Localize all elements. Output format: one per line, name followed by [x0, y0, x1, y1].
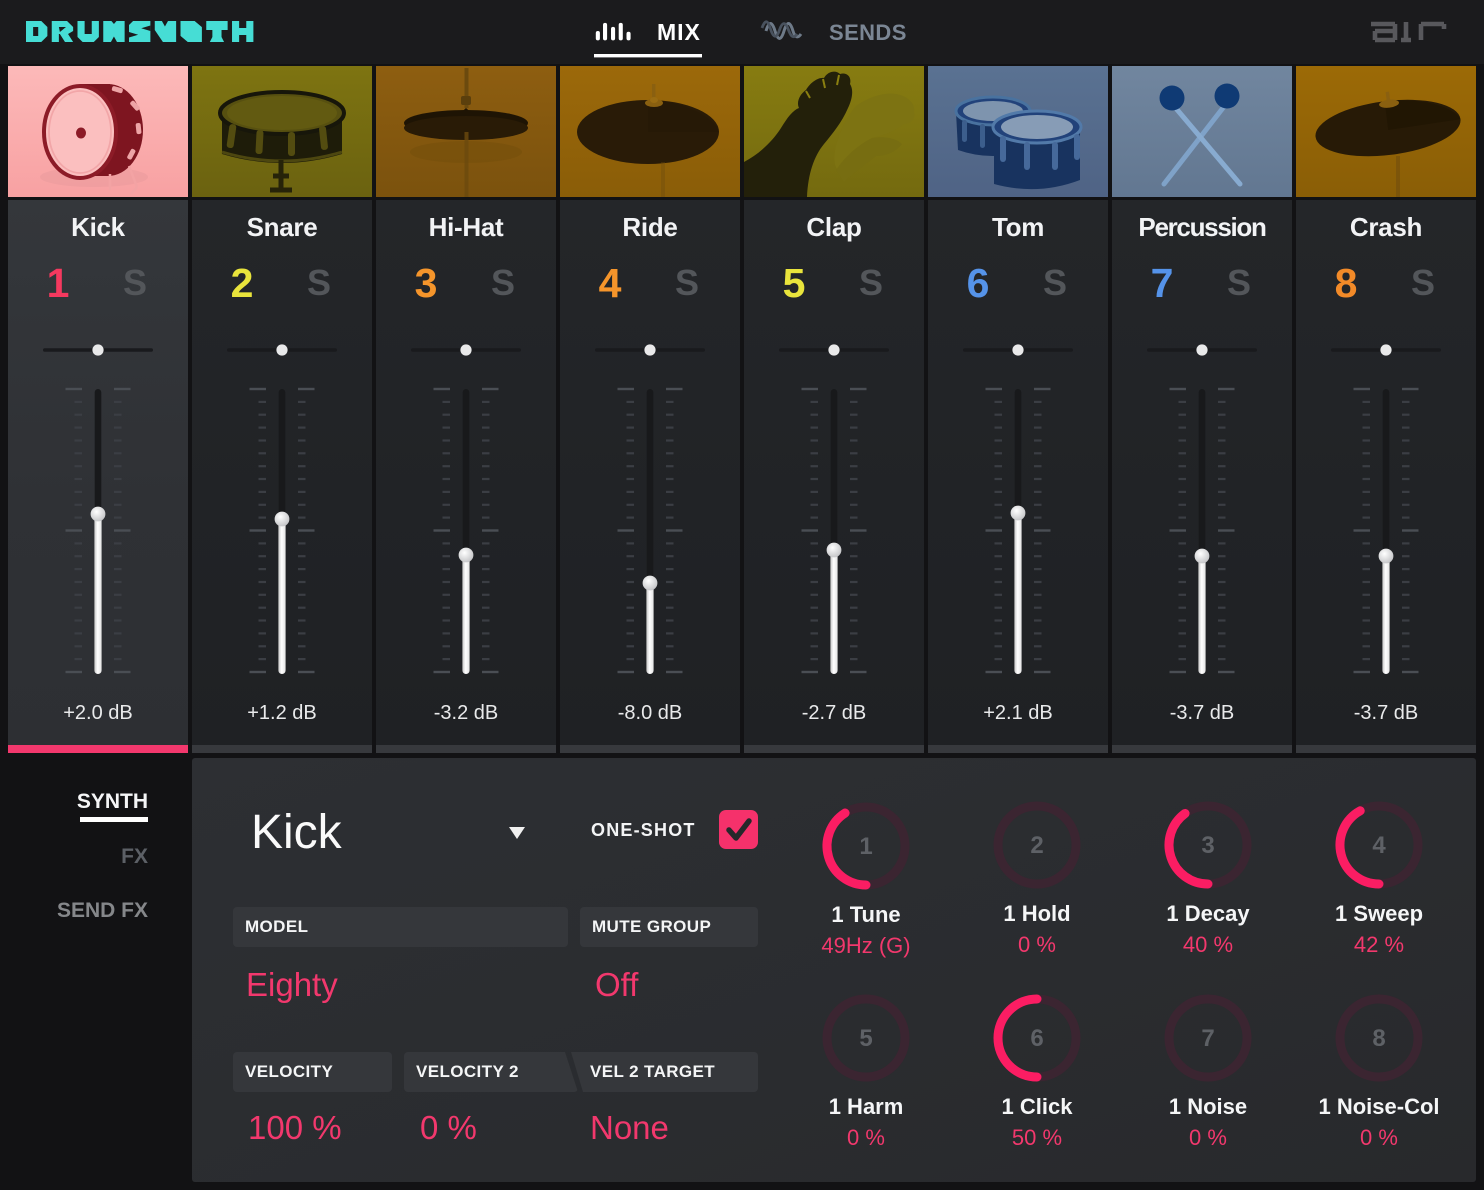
svg-text:5: 5	[859, 1025, 872, 1052]
svg-text:2: 2	[1030, 832, 1043, 859]
svg-text:8: 8	[1372, 1025, 1385, 1052]
svg-text:SENDS: SENDS	[829, 20, 907, 45]
svg-text:6: 6	[1030, 1025, 1043, 1052]
svg-text:3: 3	[1201, 832, 1214, 859]
svg-text:7: 7	[1201, 1025, 1214, 1052]
svg-text:4: 4	[1372, 832, 1386, 859]
svg-text:MIX: MIX	[657, 19, 701, 45]
svg-text:1: 1	[859, 833, 872, 860]
